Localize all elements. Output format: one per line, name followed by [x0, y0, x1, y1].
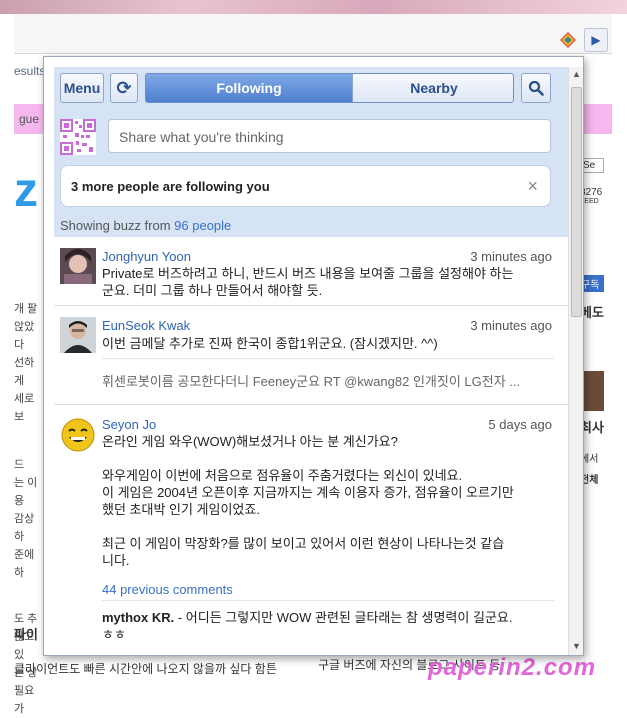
buzz-feed: Jonghyun Yoon 3 minutes ago Private로 버즈하…	[54, 238, 568, 655]
post-time[interactable]: 3 minutes ago	[470, 318, 552, 333]
comment: mythox KR. - 어디든 그렇지만 WOW 관련된 글타래는 참 생명력…	[102, 600, 554, 643]
scroll-down-icon[interactable]: ▼	[572, 641, 581, 651]
showing-text: Showing buzz from 96 people	[60, 218, 231, 233]
shared-link-text[interactable]: 휘센로봇이름 공모한다더니 Feeney군요 RT @kwang82 인개짓이 …	[102, 358, 554, 390]
page-right-column: Se 8276 FEED 구독 베도 최사 에서 전체	[580, 150, 612, 670]
post-time[interactable]: 5 days ago	[488, 417, 552, 432]
left-snippet: 감상하	[14, 513, 35, 543]
page-logo-letter: z	[14, 167, 38, 215]
previous-comments-link[interactable]: 44 previous comments	[102, 582, 233, 597]
post-author[interactable]: Seyon Jo	[102, 417, 156, 432]
feed-post: Jonghyun Yoon 3 minutes ago Private로 버즈하…	[54, 238, 568, 306]
post-author[interactable]: EunSeok Kwak	[102, 318, 190, 333]
showing-prefix: Showing buzz from	[60, 218, 175, 233]
right-snippet: 8276	[580, 187, 603, 198]
follower-notice: 3 more people are following you ×	[60, 165, 551, 207]
browser-top-strip	[0, 0, 627, 14]
comment-author[interactable]: mythox KR.	[102, 610, 174, 625]
right-snippet: 최사	[580, 420, 604, 435]
left-snippet: 드	[14, 459, 25, 471]
menu-button[interactable]: Menu	[60, 73, 104, 103]
post-body: 온라인 게임 와우(WOW)해보셨거나 아는 분 계신가요? 와우게임이 이번에…	[102, 434, 514, 568]
right-snippet: 전체	[580, 475, 599, 486]
popup-scrollbar[interactable]: ▲ ▼	[568, 67, 583, 655]
left-snippet: 준에 하	[14, 549, 35, 579]
right-snippet: FEED	[580, 198, 599, 205]
buzz-extension-icon[interactable]	[559, 31, 577, 49]
left-snippet: 는 이용	[14, 477, 38, 507]
left-snippet: 앉았다	[14, 321, 35, 351]
feed-tabs: Following Nearby	[145, 73, 514, 103]
feed-post: EunSeok Kwak 3 minutes ago 이번 금메달 추가로 진짜…	[54, 307, 568, 405]
close-icon[interactable]: ×	[527, 176, 538, 197]
left-snippet: 세로보	[14, 393, 35, 423]
search-icon[interactable]	[521, 73, 551, 103]
browser-frame-right	[612, 14, 627, 698]
post-body: 이번 금메달 추가로 진짜 한국이 종합1위군요. (잠시겠지만. ^^)	[102, 336, 438, 351]
qr-code-icon	[60, 119, 96, 155]
buzz-popup: Menu ⟳ Following Nearby Share what you'r…	[43, 56, 584, 656]
pink-bar-text: gue	[19, 112, 40, 126]
popup-header: Menu ⟳ Following Nearby Share what you'r…	[54, 67, 568, 237]
right-snippet: 에서	[580, 454, 599, 465]
notice-text: 3 more people are following you	[71, 179, 270, 194]
post-time[interactable]: 3 minutes ago	[470, 249, 552, 264]
watermark-logo: paperin2.com	[428, 654, 597, 681]
feed-post: Seyon Jo 5 days ago 온라인 게임 와우(WOW)해보셨거나 …	[54, 406, 568, 655]
browser-toolbar	[14, 14, 612, 54]
left-snippet: 필요가	[14, 685, 35, 715]
tab-nearby[interactable]: Nearby	[352, 74, 513, 102]
left-snippet: 선하게	[14, 357, 35, 387]
browser-frame-left	[0, 14, 14, 698]
bottom-line: 클라이언트도 빠른 시간안에 나오지 않을까 싶다 함튼	[14, 662, 277, 676]
browser-results-text: esults	[14, 64, 46, 78]
right-snippet: 베도	[580, 305, 604, 320]
tab-following[interactable]: Following	[146, 74, 352, 102]
share-input[interactable]: Share what you're thinking	[108, 119, 551, 153]
scroll-up-icon[interactable]: ▲	[572, 69, 581, 79]
scrollbar-thumb[interactable]	[571, 87, 582, 317]
play-icon[interactable]: ▶	[584, 28, 608, 52]
page-left-column: 개 팔 앉았다 선하게 세로보 드 는 이용 감상하 준에 하 도 추 않고 있…	[14, 300, 44, 718]
avatar[interactable]	[60, 248, 96, 284]
left-snippet: 개 팔	[14, 303, 38, 315]
avatar[interactable]	[60, 317, 96, 353]
post-body: Private로 버즈하려고 하니, 반드시 버즈 내용을 보여줄 그룹을 설정…	[102, 266, 514, 298]
page-bottom-text-2: 클라이언트도 빠른 시간안에 나오지 않을까 싶다 함튼	[14, 660, 314, 677]
avatar[interactable]	[60, 417, 96, 453]
refresh-icon[interactable]: ⟳	[110, 73, 138, 103]
people-link[interactable]: 96 people	[174, 218, 231, 233]
post-author[interactable]: Jonghyun Yoon	[102, 249, 191, 264]
